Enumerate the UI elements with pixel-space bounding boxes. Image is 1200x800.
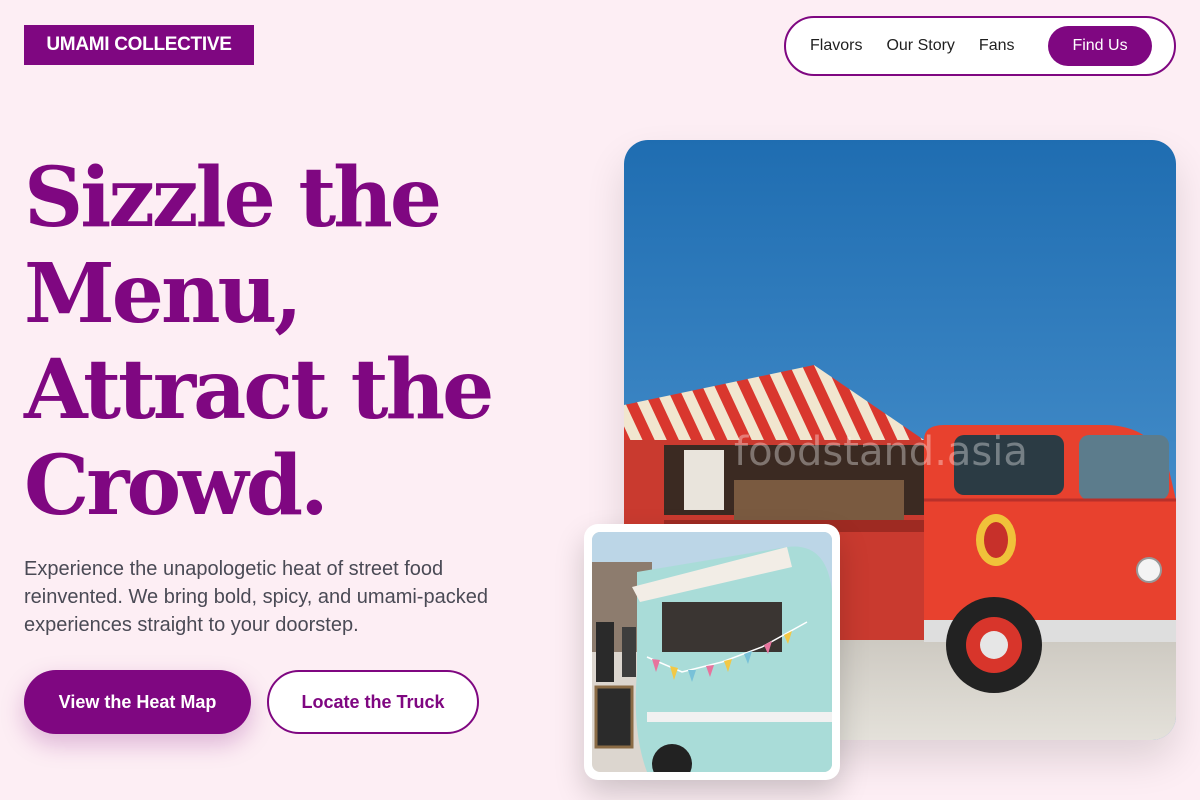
- brand-logo[interactable]: UMAMI COLLECTIVE: [24, 25, 254, 65]
- description-line-2: reinvented. We bring bold, spicy, and um…: [24, 586, 488, 608]
- view-heat-map-label: View the Heat Map: [58, 691, 217, 712]
- watermark-text: foodstand.asia: [734, 429, 1028, 475]
- hero-headline: Sizzle the Menu, Attract the Crowd.: [24, 150, 564, 534]
- description-line-3: experiences straight to your doorstep.: [24, 614, 359, 636]
- headline-line-1: Sizzle the: [24, 150, 442, 246]
- find-us-button[interactable]: Find Us: [1048, 26, 1152, 66]
- headline-line-3: Attract the: [24, 342, 494, 438]
- brand-logo-text: UMAMI COLLECTIVE: [46, 34, 232, 55]
- headline-line-2: Menu,: [24, 246, 303, 342]
- nav-link-flavors[interactable]: Flavors: [810, 37, 862, 55]
- nav-link-fans[interactable]: Fans: [979, 37, 1015, 55]
- top-navigation: Flavors Our Story Fans Find Us: [784, 16, 1176, 76]
- view-heat-map-button[interactable]: View the Heat Map: [24, 670, 251, 734]
- locate-truck-button[interactable]: Locate the Truck: [267, 670, 479, 734]
- description-line-1: Experience the unapologetic heat of stre…: [24, 558, 444, 580]
- mint-van-photo: [584, 524, 840, 780]
- headline-line-4: Crowd.: [24, 438, 329, 534]
- hero-description: Experience the unapologetic heat of stre…: [24, 555, 544, 639]
- locate-truck-label: Locate the Truck: [301, 691, 445, 712]
- nav-link-our-story[interactable]: Our Story: [886, 37, 954, 55]
